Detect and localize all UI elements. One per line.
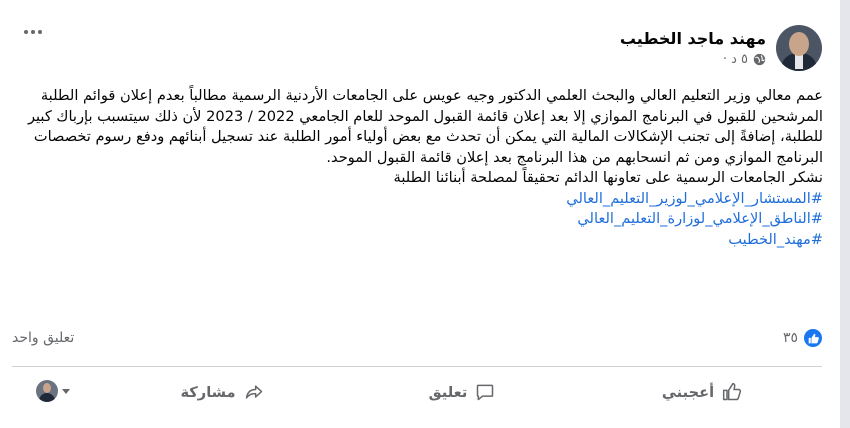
post-time[interactable]: ٥ د · xyxy=(723,52,748,67)
author-name[interactable]: مهند ماجد الخطيب xyxy=(620,29,766,48)
post-paragraph-2: نشكر الجامعات الرسمية على تعاونها الدائم… xyxy=(393,169,823,186)
globe-icon[interactable] xyxy=(753,53,766,66)
post-card: مهند ماجد الخطيب ٥ د · عمم معالي وزير ال… xyxy=(0,0,841,428)
comment-icon xyxy=(477,384,494,401)
comments-count[interactable]: تعليق واحد xyxy=(12,330,74,346)
like-reaction-icon xyxy=(804,329,822,347)
reactions-summary[interactable]: ٣٥ xyxy=(783,329,822,347)
caret-down-icon xyxy=(62,388,70,394)
post-meta: ٥ د · xyxy=(723,52,766,67)
comment-button[interactable]: تعليق xyxy=(342,382,582,402)
divider xyxy=(12,366,822,367)
more-options-icon[interactable] xyxy=(24,30,42,34)
hashtag-link[interactable]: #المستشار_الإعلامي_لوزير_التعليم_العالي xyxy=(13,189,823,210)
hashtag-link[interactable]: #مهند_الخطيب xyxy=(13,230,823,251)
share-label: مشاركة xyxy=(180,383,236,401)
likes-count: ٣٥ xyxy=(782,330,798,346)
like-label: أعجبني xyxy=(661,383,715,401)
reaction-as-selector[interactable] xyxy=(36,380,70,402)
post-stats: ٣٥ تعليق واحد xyxy=(12,325,822,351)
hashtag-link[interactable]: #الناطق_الإعلامي_لوزارة_التعليم_العالي xyxy=(13,209,823,230)
post-header: مهند ماجد الخطيب ٥ د · xyxy=(620,20,822,76)
user-avatar xyxy=(36,380,58,402)
share-button[interactable]: مشاركة xyxy=(102,382,342,402)
scrollbar[interactable] xyxy=(840,0,850,428)
action-bar: أعجبني تعليق مشاركة xyxy=(12,372,822,412)
post-paragraph-1: عمم معالي وزير التعليم العالي والبحث الع… xyxy=(27,87,823,166)
share-icon xyxy=(245,385,262,399)
thumbs-up-icon xyxy=(723,382,742,401)
author-avatar[interactable] xyxy=(776,25,822,71)
author-info: مهند ماجد الخطيب ٥ د · xyxy=(620,29,766,67)
like-button[interactable]: أعجبني xyxy=(582,382,822,402)
post-text: عمم معالي وزير التعليم العالي والبحث الع… xyxy=(13,86,823,250)
comment-label: تعليق xyxy=(428,383,468,401)
